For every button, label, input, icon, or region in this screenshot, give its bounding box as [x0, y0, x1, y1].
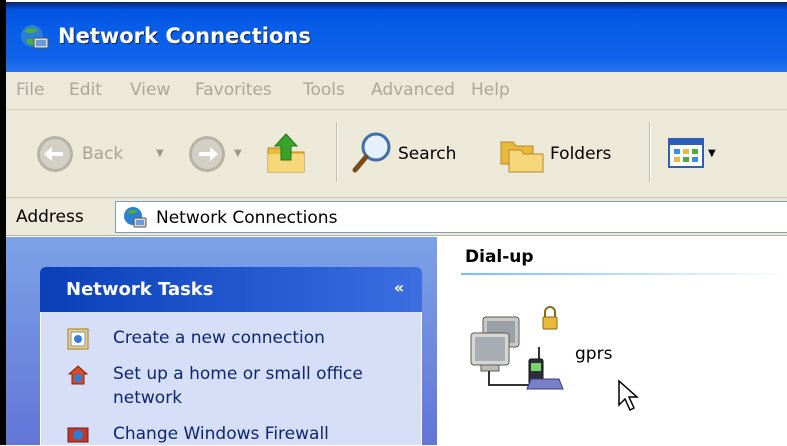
folders-icon [500, 141, 544, 173]
search-icon [352, 132, 391, 173]
address-field[interactable]: Network Connections [115, 201, 787, 233]
menu-favorites[interactable]: Favorites [195, 80, 272, 100]
menu-bar: File Edit View Favorites Tools Advanced … [6, 72, 787, 110]
address-value: Network Connections [156, 208, 338, 228]
address-label: Address [16, 207, 84, 227]
menu-help[interactable]: Help [471, 80, 510, 100]
task-label: Create a new connection [113, 328, 325, 348]
collapse-chevron-icon[interactable]: « [388, 277, 410, 299]
title-bar[interactable]: Network Connections [6, 0, 787, 72]
address-bar: Address Network Connections [6, 198, 787, 236]
group-title-dialup: Dial-up [465, 247, 534, 267]
back-arrow-icon [37, 136, 73, 172]
content-area: Dial-up gprs [437, 237, 787, 445]
menu-advanced[interactable]: Advanced [371, 80, 455, 100]
mouse-cursor-icon [618, 379, 639, 412]
back-label: Back [82, 144, 124, 164]
task-pane: Network Tasks « Create a new connection … [6, 237, 437, 445]
dialup-connection-icon [470, 306, 564, 390]
network-tasks-panel: Network Tasks « Create a new connection … [40, 267, 422, 445]
views-dropdown-icon: ▼ [708, 148, 716, 159]
group-divider [461, 273, 787, 275]
menu-file[interactable]: File [16, 80, 44, 100]
menu-view[interactable]: View [130, 80, 170, 100]
network-connections-icon [21, 25, 49, 49]
menu-tools[interactable]: Tools [303, 80, 345, 100]
task-label: Change Windows Firewall [113, 424, 329, 444]
views-icon [668, 138, 704, 168]
firewall-icon [67, 427, 89, 443]
forward-button[interactable] [188, 135, 226, 173]
window-title: Network Connections [58, 24, 311, 48]
task-label: Set up a home or small office network [113, 364, 363, 408]
network-tasks-title: Network Tasks [66, 279, 214, 300]
folders-label: Folders [550, 144, 612, 164]
network-connections-icon [124, 207, 147, 228]
new-connection-icon [67, 328, 89, 350]
up-folder-button[interactable] [264, 130, 308, 176]
toolbar-separator [649, 122, 651, 182]
forward-dropdown-icon[interactable]: ▼ [234, 148, 242, 159]
back-dropdown-icon[interactable]: ▼ [156, 148, 164, 159]
home-network-icon [67, 365, 89, 385]
menu-edit[interactable]: Edit [69, 80, 102, 100]
connection-name: gprs [575, 344, 613, 364]
network-tasks-body: Create a new connection Set up a home or… [40, 312, 422, 445]
toolbar-separator [336, 122, 338, 182]
search-label: Search [398, 144, 457, 164]
network-tasks-header[interactable]: Network Tasks « [40, 267, 422, 312]
toolbar: Back ▼ ▼ Search Folders ▼ [6, 110, 787, 198]
